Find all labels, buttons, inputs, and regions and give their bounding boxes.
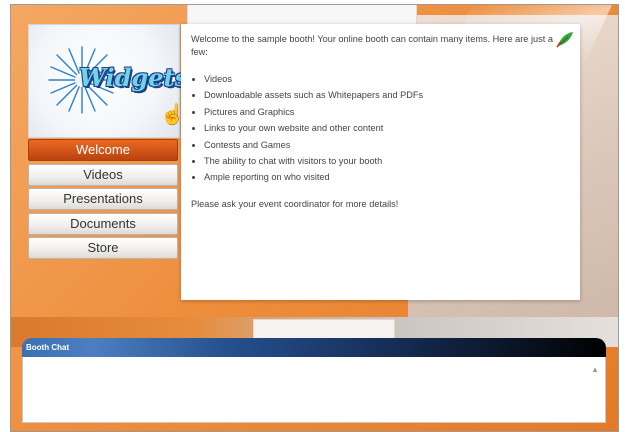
- booth-chat-header: Booth Chat: [22, 338, 606, 357]
- list-item: The ability to chat with visitors to you…: [204, 155, 570, 168]
- feature-list: Videos Downloadable assets such as White…: [191, 73, 570, 184]
- list-item: Links to your own website and other cont…: [204, 122, 570, 135]
- list-item: Ample reporting on who visited: [204, 171, 570, 184]
- booth-chat: Booth Chat ▲: [22, 338, 606, 423]
- leaf-icon: [556, 32, 573, 48]
- logo-panel[interactable]: Widgets ☝: [28, 24, 188, 138]
- scroll-up-icon[interactable]: ▲: [591, 365, 599, 374]
- logo-text: Widgets: [79, 63, 189, 92]
- nav-item-presentations[interactable]: Presentations: [28, 188, 178, 211]
- nav-item-store[interactable]: Store: [28, 237, 178, 260]
- chat-message-area[interactable]: ▲: [22, 357, 606, 423]
- nav-item-welcome[interactable]: Welcome: [28, 139, 178, 161]
- list-item: Videos: [204, 73, 570, 86]
- list-item: Contests and Games: [204, 139, 570, 152]
- intro-text: Welcome to the sample booth! Your online…: [191, 34, 553, 57]
- list-item: Pictures and Graphics: [204, 106, 570, 119]
- nav-item-documents[interactable]: Documents: [28, 212, 178, 235]
- list-item: Downloadable assets such as Whitepapers …: [204, 89, 570, 102]
- outro-text: Please ask your event coordinator for mo…: [191, 199, 399, 210]
- welcome-content-panel: Welcome to the sample booth! Your online…: [181, 24, 580, 300]
- nav-item-videos[interactable]: Videos: [28, 163, 178, 186]
- booth-nav: Welcome Videos Presentations Documents S…: [28, 139, 178, 262]
